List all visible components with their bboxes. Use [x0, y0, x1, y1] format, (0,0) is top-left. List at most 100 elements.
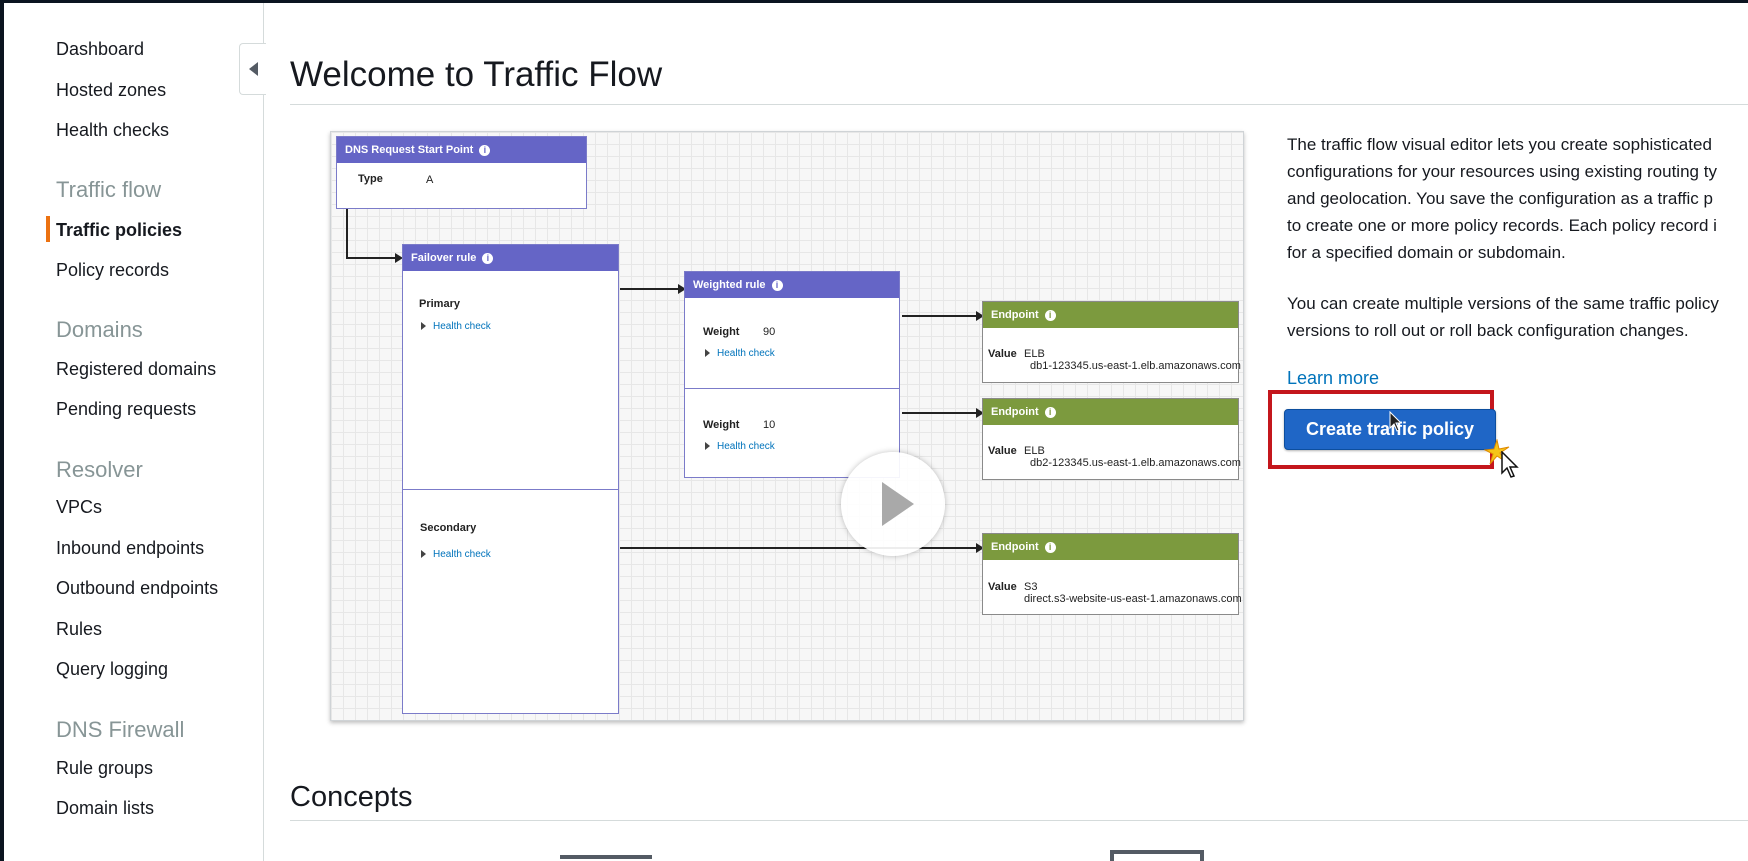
endpoint-title: Endpoint: [991, 406, 1039, 418]
endpoint-header: Endpoint i: [983, 302, 1238, 328]
endpoint-type: ELB: [1024, 445, 1045, 457]
sidebar-section-dns-firewall: DNS Firewall: [56, 717, 185, 742]
description-line: to create one or more policy records. Ea…: [1287, 216, 1717, 235]
sidebar-section-domains: Domains: [56, 317, 143, 342]
description-paragraph-1: The traffic flow visual editor lets you …: [1287, 131, 1748, 266]
info-icon: i: [479, 144, 491, 156]
sidebar-item-dashboard[interactable]: Dashboard: [56, 39, 144, 60]
caret-right-icon: [421, 322, 426, 331]
concepts-heading: Concepts: [290, 781, 413, 813]
learn-more-link[interactable]: Learn more: [1287, 368, 1379, 389]
value-label: Value: [988, 348, 1017, 360]
endpoint-title: Endpoint: [991, 541, 1039, 553]
description-line: for a specified domain or subdomain.: [1287, 243, 1566, 262]
weighted-rule-title: Weighted rule: [693, 279, 766, 291]
type-label: Type: [358, 173, 383, 185]
dns-start-node-header: DNS Request Start Point i: [337, 137, 586, 163]
app-frame: Dashboard Hosted zones Health checks Tra…: [4, 3, 1748, 861]
title-divider: [290, 104, 1748, 105]
concepts-divider: [290, 820, 1748, 821]
primary-label: Primary: [419, 298, 460, 310]
description-line: The traffic flow visual editor lets you …: [1287, 135, 1712, 154]
endpoint-type: S3: [1024, 581, 1038, 593]
failover-rule-title: Failover rule: [411, 252, 477, 264]
endpoint-title: Endpoint: [991, 309, 1039, 321]
sidebar-section-traffic-flow: Traffic flow: [56, 177, 162, 202]
sidebar-item-inbound-endpoints[interactable]: Inbound endpoints: [56, 538, 204, 559]
edge-primary-to-weighted: [620, 288, 680, 290]
sidebar-item-domain-lists[interactable]: Domain lists: [56, 798, 154, 819]
caret-right-icon: [705, 349, 710, 358]
weight-label: Weight: [703, 326, 740, 338]
weight-10-health-check: Health check: [705, 441, 775, 452]
play-icon: [882, 482, 914, 526]
endpoint-node-2: Endpoint i Value ELB db2-123345.us-east-…: [982, 398, 1241, 480]
concept-illustration-icon: [560, 855, 652, 861]
edge-start-to-failover: [346, 257, 398, 259]
secondary-label: Secondary: [420, 522, 477, 534]
caret-right-icon: [705, 442, 710, 451]
description-line: and geolocation. You save the configurat…: [1287, 189, 1713, 208]
health-check-label: Health check: [717, 348, 775, 359]
description-line: versions to roll out or roll back config…: [1287, 321, 1689, 340]
info-icon: i: [771, 279, 783, 291]
sidebar-item-policy-records[interactable]: Policy records: [56, 260, 169, 281]
info-icon: i: [1044, 309, 1056, 321]
weighted-rule-node: Weighted rule i Weight 90 Health check W…: [684, 271, 900, 478]
weight-label: Weight: [703, 419, 740, 431]
info-icon: i: [1044, 406, 1056, 418]
dns-start-node: DNS Request Start Point i Type A: [336, 136, 587, 209]
info-icon: i: [1044, 541, 1056, 553]
failover-rule-header: Failover rule i: [403, 245, 618, 271]
endpoint-node-1: Endpoint i Value ELB db1-123345.us-east-…: [982, 301, 1241, 383]
dns-start-node-title: DNS Request Start Point: [345, 144, 474, 156]
endpoint-address: direct.s3-website-us-east-1.amazonaws.co…: [1024, 593, 1242, 605]
sidebar-collapse-button[interactable]: [239, 43, 266, 95]
active-indicator: [46, 216, 50, 242]
info-icon: i: [482, 252, 494, 264]
weight-90-health-check: Health check: [705, 348, 775, 359]
description-paragraph-2: You can create multiple versions of the …: [1287, 290, 1748, 344]
sidebar-item-health-checks[interactable]: Health checks: [56, 120, 169, 141]
sidebar-item-hosted-zones[interactable]: Hosted zones: [56, 80, 166, 101]
sidebar-item-registered-domains[interactable]: Registered domains: [56, 359, 216, 380]
sidebar-item-vpcs[interactable]: VPCs: [56, 497, 102, 518]
sidebar: Dashboard Hosted zones Health checks Tra…: [4, 3, 264, 861]
failover-divider: [403, 489, 618, 490]
sidebar-item-outbound-endpoints[interactable]: Outbound endpoints: [56, 578, 218, 599]
sidebar-item-pending-requests[interactable]: Pending requests: [56, 399, 196, 420]
caret-right-icon: [421, 550, 426, 559]
description-line: configurations for your resources using …: [1287, 162, 1717, 181]
caret-left-icon: [248, 62, 258, 76]
sidebar-section-resolver: Resolver: [56, 457, 143, 482]
edge-start-down: [346, 209, 348, 258]
mouse-pointer-icon: [1501, 451, 1519, 478]
weight-value-90: 90: [763, 326, 776, 338]
value-label: Value: [988, 445, 1017, 457]
edge-weight90-to-endpoint1: [902, 315, 978, 317]
text-cursor-icon: [1389, 411, 1403, 432]
health-check-label: Health check: [433, 549, 491, 560]
endpoint-node-3: Endpoint i Value S3 direct.s3-website-us…: [982, 533, 1242, 615]
edge-secondary-to-endpoint3: [620, 547, 978, 549]
secondary-health-check: Health check: [421, 549, 491, 560]
primary-health-check: Health check: [421, 321, 491, 332]
sidebar-item-rules[interactable]: Rules: [56, 619, 102, 640]
weighted-rule-header: Weighted rule i: [685, 272, 899, 298]
endpoint-header: Endpoint i: [983, 534, 1238, 560]
value-label: Value: [988, 581, 1017, 593]
type-value: A: [426, 174, 434, 186]
health-check-label: Health check: [433, 321, 491, 332]
concept-illustration-icon: [1110, 850, 1204, 861]
video-play-button[interactable]: [841, 452, 945, 556]
endpoint-address: db2-123345.us-east-1.elb.amazonaws.com: [1030, 457, 1241, 469]
failover-rule-node: Failover rule i Primary Health check Sec…: [402, 244, 619, 714]
sidebar-item-traffic-policies[interactable]: Traffic policies: [56, 220, 182, 241]
edge-weight10-to-endpoint2: [902, 412, 978, 414]
weighted-divider: [685, 388, 899, 389]
traffic-flow-diagram-video[interactable]: DNS Request Start Point i Type A Failove…: [330, 131, 1244, 721]
sidebar-item-rule-groups[interactable]: Rule groups: [56, 758, 153, 779]
weight-value-10: 10: [763, 419, 776, 431]
health-check-label: Health check: [717, 441, 775, 452]
sidebar-item-query-logging[interactable]: Query logging: [56, 659, 168, 680]
